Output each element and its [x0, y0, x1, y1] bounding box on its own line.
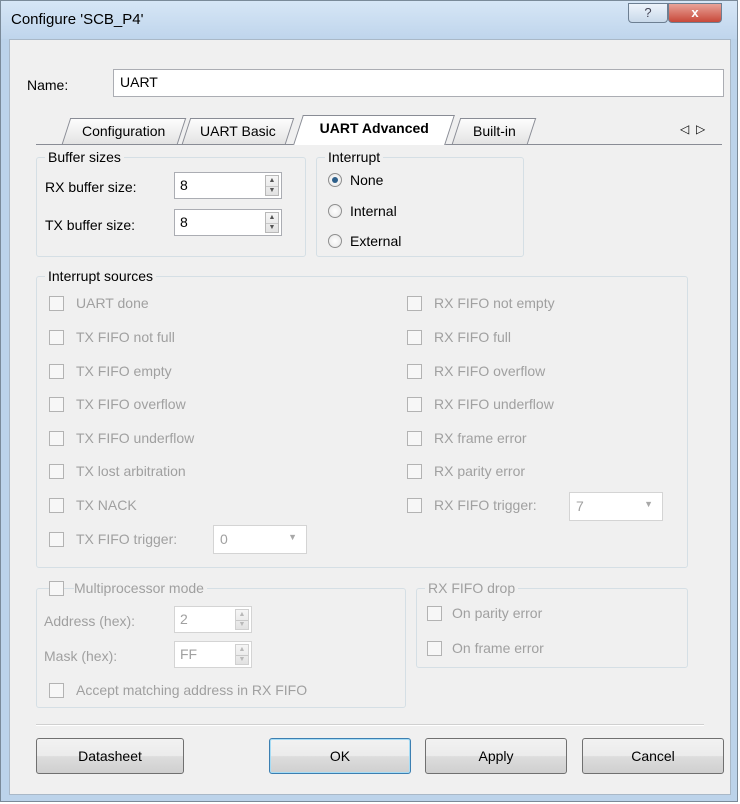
name-label: Name: [27, 77, 69, 93]
rx-fifo-drop-title: RX FIFO drop [425, 580, 519, 596]
tx-nack-checkbox[interactable] [49, 498, 64, 513]
mask-spinner[interactable]: FF ▲ ▼ [174, 641, 252, 668]
tab-configuration[interactable]: Configuration [61, 118, 187, 144]
spin-down-icon[interactable]: ▼ [236, 620, 248, 630]
tx-fifo-trigger-select[interactable]: 0 ▼ [213, 525, 307, 554]
rx-parity-error-label: RX parity error [434, 463, 526, 479]
interrupt-title: Interrupt [325, 149, 384, 165]
interrupt-sources-title: Interrupt sources [45, 268, 157, 284]
tx-fifo-trigger-checkbox[interactable] [49, 532, 64, 547]
rx-frame-error-label: RX frame error [434, 430, 527, 446]
rx-fifo-overflow-label: RX FIFO overflow [434, 363, 546, 379]
name-input[interactable]: UART [113, 69, 724, 97]
tx-buffer-size-spinner[interactable]: 8 ▲ ▼ [174, 209, 282, 236]
configure-dialog: Configure 'SCB_P4' ? x Name: UART Config… [0, 0, 738, 802]
buffer-sizes-title: Buffer sizes [45, 149, 124, 165]
rx-fifo-trigger-checkbox[interactable] [407, 498, 422, 513]
uart-done-label: UART done [76, 295, 149, 311]
tx-nack-label: TX NACK [76, 497, 137, 513]
tab-built-in-label: Built-in [472, 123, 516, 139]
cancel-button[interactable]: Cancel [582, 738, 724, 774]
mask-label: Mask (hex): [44, 648, 118, 664]
on-parity-error-label: On parity error [452, 605, 543, 621]
tab-scroll-right-icon[interactable]: ▷ [696, 122, 705, 136]
tab-uart-advanced[interactable]: UART Advanced [293, 115, 455, 145]
tx-fifo-trigger-value: 0 [220, 531, 228, 547]
mask-value: FF [180, 646, 198, 662]
tab-scroll-left-icon[interactable]: ◁ [680, 122, 689, 136]
accept-matching-address-checkbox[interactable] [49, 683, 64, 698]
tx-fifo-empty-label: TX FIFO empty [76, 363, 172, 379]
accept-matching-address-label: Accept matching address in RX FIFO [76, 682, 308, 698]
chevron-down-icon: ▼ [644, 499, 653, 509]
rx-fifo-drop-group: RX FIFO drop [416, 580, 688, 668]
interrupt-sources-group: Interrupt sources [36, 268, 688, 568]
rx-parity-error-checkbox[interactable] [407, 464, 422, 479]
on-frame-error-checkbox[interactable] [427, 641, 442, 656]
tx-fifo-overflow-checkbox[interactable] [49, 397, 64, 412]
tx-fifo-trigger-label: TX FIFO trigger: [76, 531, 178, 547]
tx-fifo-not-full-label: TX FIFO not full [76, 329, 175, 345]
dialog-client-area: Name: UART Configuration UART Basic UART… [9, 39, 731, 795]
tx-fifo-underflow-checkbox[interactable] [49, 431, 64, 446]
address-spinner[interactable]: 2 ▲ ▼ [174, 606, 252, 633]
multiprocessor-mode-label: Multiprocessor mode [74, 580, 207, 596]
rx-fifo-overflow-checkbox[interactable] [407, 364, 422, 379]
tx-fifo-overflow-label: TX FIFO overflow [76, 396, 186, 412]
tab-built-in[interactable]: Built-in [451, 118, 537, 144]
rx-fifo-not-empty-checkbox[interactable] [407, 296, 422, 311]
interrupt-internal-label: Internal [350, 203, 397, 219]
rx-fifo-full-checkbox[interactable] [407, 330, 422, 345]
rx-fifo-full-label: RX FIFO full [434, 329, 512, 345]
rx-buffer-size-label: RX buffer size: [45, 179, 137, 195]
tab-uart-basic[interactable]: UART Basic [181, 118, 295, 144]
rx-fifo-not-empty-label: RX FIFO not empty [434, 295, 555, 311]
interrupt-none-radio[interactable] [328, 173, 342, 187]
close-button[interactable]: x [668, 3, 722, 23]
address-value: 2 [180, 611, 188, 627]
spin-down-icon[interactable]: ▼ [266, 223, 278, 233]
tx-buffer-size-value: 8 [180, 214, 188, 230]
rx-frame-error-checkbox[interactable] [407, 431, 422, 446]
on-parity-error-checkbox[interactable] [427, 606, 442, 621]
tx-lost-arbitration-label: TX lost arbitration [76, 463, 186, 479]
title-bar: Configure 'SCB_P4' ? x [1, 1, 737, 39]
rx-fifo-trigger-select[interactable]: 7 ▼ [569, 492, 663, 521]
address-label: Address (hex): [44, 613, 136, 629]
help-button[interactable]: ? [628, 3, 668, 23]
separator [36, 724, 704, 726]
tx-fifo-underflow-label: TX FIFO underflow [76, 430, 195, 446]
rx-fifo-trigger-label: RX FIFO trigger: [434, 497, 537, 513]
ok-button[interactable]: OK [269, 738, 411, 774]
rx-fifo-underflow-label: RX FIFO underflow [434, 396, 554, 412]
chevron-down-icon: ▼ [288, 532, 297, 542]
interrupt-internal-radio[interactable] [328, 204, 342, 218]
rx-buffer-size-spinner[interactable]: 8 ▲ ▼ [174, 172, 282, 199]
tx-fifo-not-full-checkbox[interactable] [49, 330, 64, 345]
spin-down-icon[interactable]: ▼ [266, 186, 278, 196]
tab-uart-basic-label: UART Basic [200, 123, 276, 139]
uart-done-checkbox[interactable] [49, 296, 64, 311]
rx-fifo-underflow-checkbox[interactable] [407, 397, 422, 412]
tx-buffer-size-label: TX buffer size: [45, 217, 136, 233]
tx-lost-arbitration-checkbox[interactable] [49, 464, 64, 479]
on-frame-error-label: On frame error [452, 640, 544, 656]
interrupt-none-label: None [350, 172, 384, 188]
apply-button[interactable]: Apply [425, 738, 567, 774]
interrupt-external-label: External [350, 233, 402, 249]
tab-uart-advanced-label: UART Advanced [320, 120, 430, 136]
tx-fifo-empty-checkbox[interactable] [49, 364, 64, 379]
multiprocessor-mode-checkbox[interactable] [49, 581, 64, 596]
spin-down-icon[interactable]: ▼ [236, 655, 248, 665]
rx-buffer-size-value: 8 [180, 177, 188, 193]
interrupt-external-radio[interactable] [328, 234, 342, 248]
rx-fifo-trigger-value: 7 [576, 498, 584, 514]
tab-configuration-label: Configuration [82, 123, 166, 139]
interrupt-group: Interrupt [316, 149, 524, 257]
datasheet-button[interactable]: Datasheet [36, 738, 184, 774]
window-title: Configure 'SCB_P4' [11, 11, 144, 28]
